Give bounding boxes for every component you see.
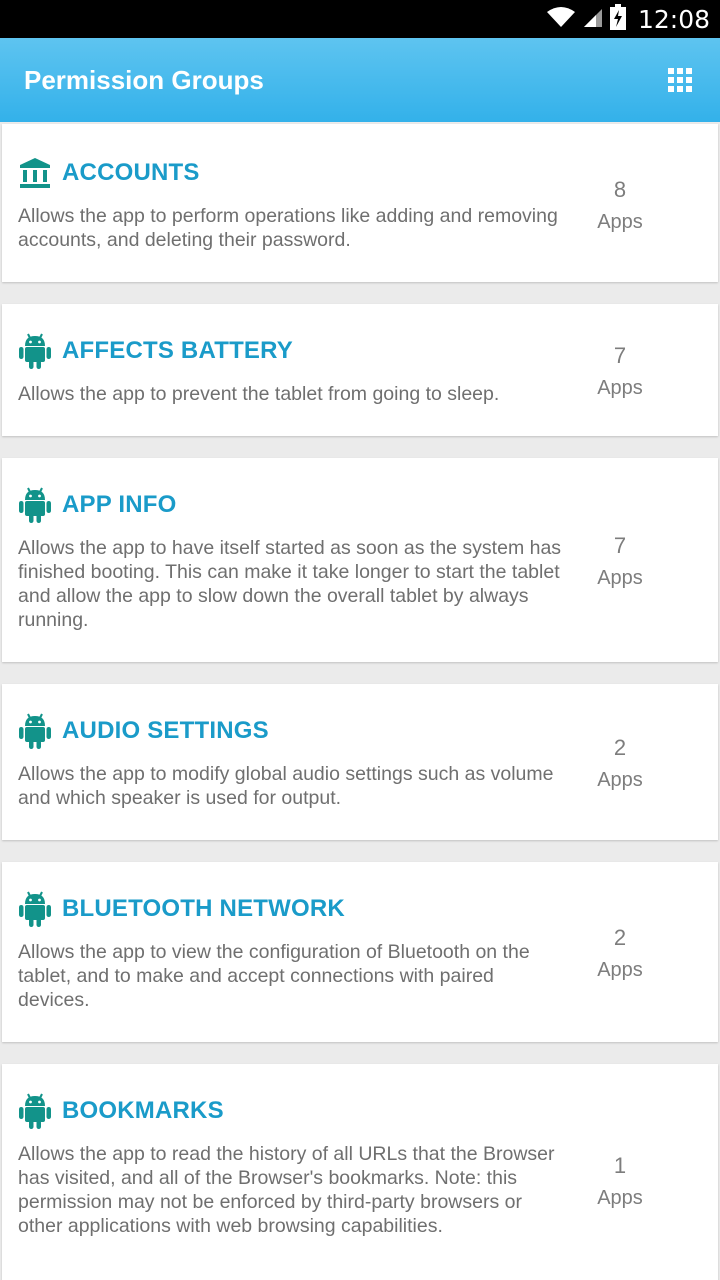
- android-icon: [18, 713, 52, 749]
- permission-group-audio-settings[interactable]: AUDIO SETTINGS Allows the app to modify …: [2, 684, 718, 840]
- app-count-label: Apps: [597, 211, 643, 233]
- android-icon: [18, 1093, 52, 1129]
- app-count-number: 7: [613, 533, 627, 558]
- app-count-label: Apps: [597, 959, 643, 981]
- group-title: AUDIO SETTINGS: [62, 717, 269, 744]
- permission-group-affects-battery[interactable]: AFFECTS BATTERY Allows the app to preven…: [2, 304, 718, 436]
- wifi-icon: [546, 6, 576, 33]
- permission-group-list: ACCOUNTS Allows the app to perform opera…: [0, 122, 720, 1280]
- group-description: Allows the app to have itself started as…: [18, 537, 562, 631]
- permission-group-app-info[interactable]: APP INFO Allows the app to have itself s…: [2, 458, 718, 662]
- group-description: Allows the app to prevent the tablet fro…: [18, 383, 500, 405]
- grid-menu-icon[interactable]: [668, 68, 692, 92]
- app-count: 2 Apps: [580, 922, 660, 986]
- app-count-label: Apps: [597, 1187, 643, 1209]
- permission-group-bluetooth-network[interactable]: BLUETOOTH NETWORK Allows the app to view…: [2, 862, 718, 1042]
- app-count: 7 Apps: [580, 530, 660, 594]
- app-count: 8 Apps: [580, 174, 660, 238]
- app-count: 2 Apps: [580, 732, 660, 796]
- group-title: BOOKMARKS: [62, 1097, 224, 1124]
- app-count-label: Apps: [597, 567, 643, 589]
- app-count-number: 2: [613, 735, 627, 760]
- group-description: Allows the app to read the history of al…: [18, 1143, 555, 1237]
- app-bar: Permission Groups: [0, 38, 720, 122]
- group-title: BLUETOOTH NETWORK: [62, 895, 345, 922]
- android-icon: [18, 487, 52, 523]
- status-bar: 12:08: [0, 0, 720, 38]
- android-icon: [18, 891, 52, 927]
- permission-group-bookmarks[interactable]: BOOKMARKS Allows the app to read the his…: [2, 1064, 718, 1280]
- page-title: Permission Groups: [24, 64, 264, 95]
- app-count-number: 2: [613, 925, 627, 950]
- app-count: 1 Apps: [580, 1150, 660, 1214]
- app-count: 7 Apps: [580, 340, 660, 404]
- permission-group-accounts[interactable]: ACCOUNTS Allows the app to perform opera…: [2, 124, 718, 282]
- group-description: Allows the app to view the configuration…: [18, 941, 530, 1011]
- group-description: Allows the app to perform operations lik…: [18, 205, 558, 251]
- app-count-number: 1: [613, 1153, 627, 1178]
- android-icon: [18, 333, 52, 369]
- app-count-label: Apps: [597, 377, 643, 399]
- group-description: Allows the app to modify global audio se…: [18, 763, 554, 809]
- status-time: 12:08: [637, 4, 710, 34]
- bank-icon: [18, 156, 52, 190]
- group-title: ACCOUNTS: [62, 159, 200, 186]
- app-count-number: 8: [613, 177, 627, 202]
- signal-icon: [582, 6, 604, 33]
- app-count-number: 7: [613, 343, 627, 368]
- group-title: APP INFO: [62, 491, 177, 518]
- app-count-label: Apps: [597, 769, 643, 791]
- battery-charging-icon: [609, 3, 626, 35]
- group-title: AFFECTS BATTERY: [62, 337, 293, 364]
